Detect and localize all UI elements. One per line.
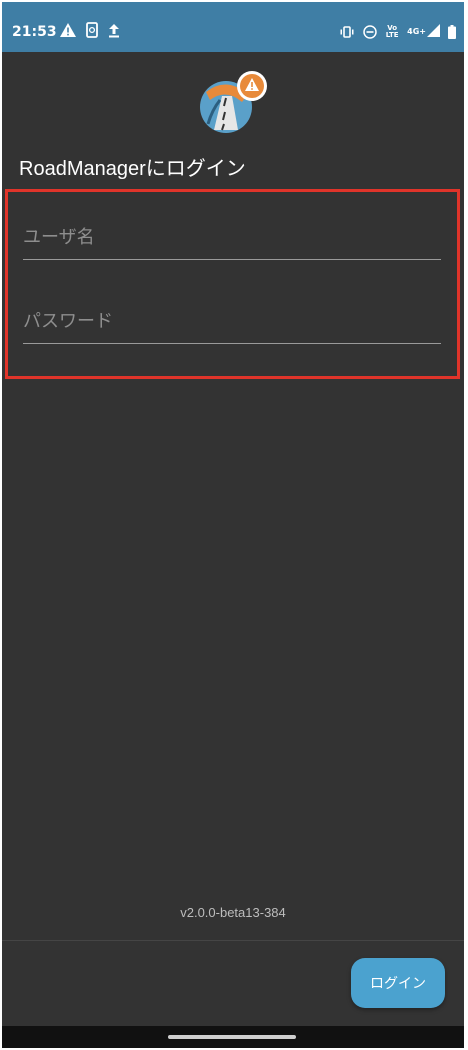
upload-icon [108, 23, 120, 38]
username-input[interactable] [23, 215, 441, 259]
network-type-label: 4G+ [407, 27, 426, 36]
warning-icon [60, 23, 76, 37]
page-title: RoadManagerにログイン [19, 158, 246, 180]
version-label: v2.0.0-beta13-384 [180, 905, 286, 920]
username-field[interactable] [23, 215, 441, 260]
home-gesture-handle[interactable] [168, 1035, 296, 1039]
roadmanager-logo [198, 70, 270, 136]
navigation-bar [2, 1026, 464, 1048]
password-field[interactable] [23, 299, 441, 344]
phone-screen: 21:53 Vo LTE 4G+ RoadManagerにログイン ユーザ名 v… [2, 2, 464, 1048]
battery-icon [448, 24, 456, 39]
login-button[interactable]: ログイン [351, 958, 445, 1008]
status-bar: 21:53 Vo LTE 4G+ [2, 2, 464, 52]
dnd-icon [363, 24, 377, 39]
volte-icon: Vo LTE [385, 23, 399, 39]
vibrate-icon [339, 25, 355, 38]
status-time: 21:53 [12, 24, 57, 40]
footer-divider [2, 940, 464, 941]
4g-signal-icon [427, 22, 440, 41]
phone-refresh-icon [86, 22, 98, 38]
password-input[interactable] [23, 299, 441, 343]
